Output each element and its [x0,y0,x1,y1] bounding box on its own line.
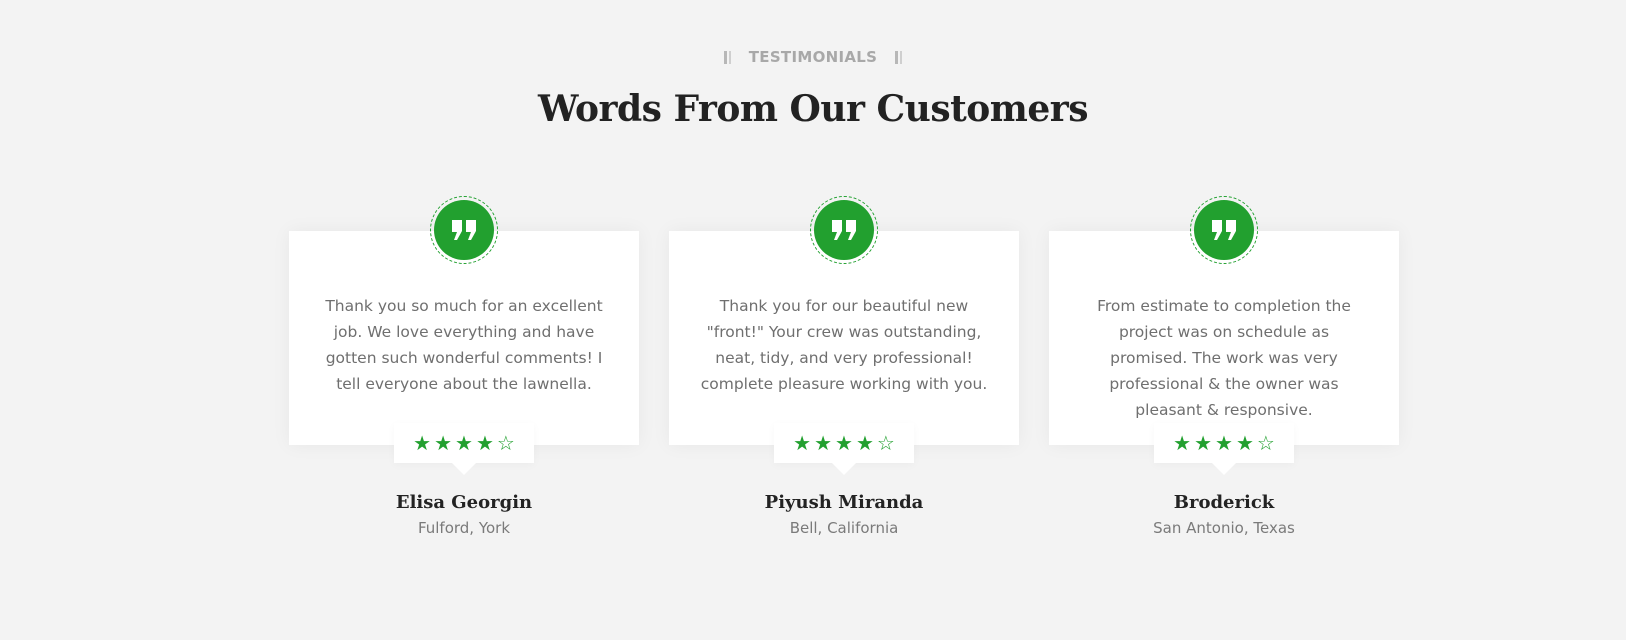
star-empty-icon: ☆ [876,431,895,455]
star-filled-icon: ★ [1194,431,1213,455]
quote-badge [430,196,498,264]
star-rating: ★ ★ ★ ★ ☆ [394,423,534,475]
star-filled-icon: ★ [413,431,432,455]
quote-badge [1190,196,1258,264]
eyebrow-label: TESTIMONIALS [748,48,878,66]
star-empty-icon: ☆ [1256,431,1275,455]
customer-location: Fulford, York [417,519,511,537]
testimonial-card: From estimate to completion the project … [1049,196,1399,541]
eyebrow-left-mark-icon [723,50,731,64]
testimonial-text: Thank you so much for an excellent job. … [325,297,603,393]
section-title: Words From Our Customers [538,88,1088,130]
star-filled-icon: ★ [475,431,494,455]
quote-icon [814,200,874,260]
testimonial-card-body: Thank you so much for an excellent job. … [289,196,639,475]
customer-name: Piyush Miranda [764,492,924,513]
customer-name: Elisa Georgin [395,492,533,513]
star-filled-icon: ★ [814,431,833,455]
testimonial-card-body: Thank you for our beautiful new "front!"… [669,196,1019,475]
star-rating: ★ ★ ★ ★ ☆ [774,423,914,475]
star-filled-icon: ★ [455,431,473,455]
section-eyebrow: TESTIMONIALS [0,48,1626,66]
star-filled-icon: ★ [1215,431,1233,455]
star-filled-icon: ★ [1235,431,1254,455]
customer-location: San Antonio, Texas [1153,519,1295,537]
quote-icon [1194,200,1254,260]
testimonial-text: From estimate to completion the project … [1097,297,1351,419]
star-filled-icon: ★ [855,431,874,455]
star-filled-icon: ★ [1173,431,1192,455]
customer-location: Bell, California [789,519,899,537]
testimonial-text: Thank you for our beautiful new "front!"… [700,297,988,393]
testimonials-section: TESTIMONIALS Words From Our Customers Th… [0,0,1626,640]
star-rating: ★ ★ ★ ★ ☆ [1154,423,1294,475]
eyebrow-right-mark-icon [895,50,903,64]
testimonial-card: Thank you so much for an excellent job. … [289,196,639,541]
testimonial-card: Thank you for our beautiful new "front!"… [669,196,1019,541]
star-filled-icon: ★ [835,431,853,455]
quote-icon [434,200,494,260]
star-filled-icon: ★ [434,431,453,455]
testimonial-card-body: From estimate to completion the project … [1049,196,1399,475]
quote-badge [810,196,878,264]
star-empty-icon: ☆ [496,431,515,455]
star-filled-icon: ★ [793,431,812,455]
customer-name: Broderick [1173,492,1275,513]
